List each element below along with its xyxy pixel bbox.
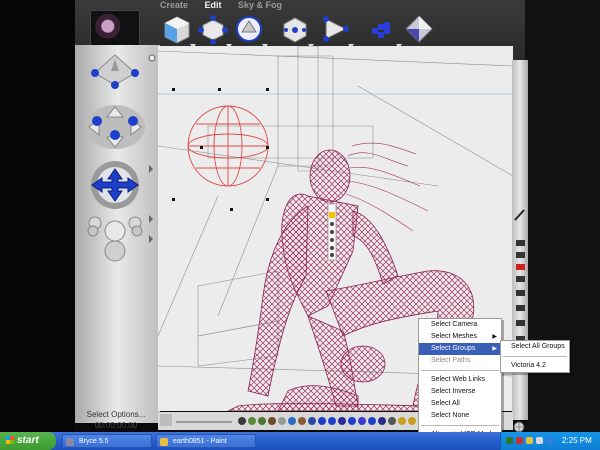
- resize-tool-icon[interactable]: [162, 14, 196, 48]
- pan-cross-control-icon[interactable]: [91, 161, 139, 209]
- left-margin: [0, 0, 75, 432]
- tray-security-icon[interactable]: [516, 437, 523, 444]
- windows-logo-icon: [6, 436, 14, 444]
- menu-item-select-inverse[interactable]: Select Inverse: [419, 386, 501, 398]
- bryce-app-icon: [66, 438, 74, 446]
- view-control-panel: [75, 45, 160, 423]
- task-bryce[interactable]: Bryce 5.5: [62, 434, 152, 448]
- menu-item-select-web-links[interactable]: Select Web Links: [419, 374, 501, 386]
- submenu-arrow-icon: ▶: [492, 334, 497, 340]
- start-label: start: [17, 435, 39, 446]
- tray-app-icon[interactable]: [546, 437, 553, 444]
- menu-item-select-groups[interactable]: Select Groups ▶: [419, 343, 501, 355]
- timeline-scrubber[interactable]: [176, 421, 232, 423]
- groups-submenu: Select All Groups Victoria 4.2: [500, 340, 570, 373]
- submenu-arrow-icon: ▶: [492, 346, 497, 352]
- trackball-rotate-icon[interactable]: [85, 105, 145, 149]
- task-paint[interactable]: earth0851 - Paint: [156, 434, 256, 448]
- terrain-editor-icon[interactable]: [404, 14, 434, 44]
- rotate-tool-icon[interactable]: [198, 14, 232, 48]
- randomize-tool-icon[interactable]: [320, 14, 354, 48]
- paint-app-icon: [160, 438, 168, 446]
- scene-thumbnail[interactable]: [90, 10, 140, 50]
- menu-item-victoria[interactable]: Victoria 4.2: [501, 360, 569, 372]
- object-conversion-icon[interactable]: [368, 14, 402, 48]
- menu-item-select-camera[interactable]: Select Camera: [419, 319, 501, 331]
- menu-item-select-all[interactable]: Select All: [419, 398, 501, 410]
- camera-cross-control-icon[interactable]: [91, 54, 139, 89]
- select-options-label[interactable]: Select Options...: [76, 410, 156, 419]
- tab-edit[interactable]: Edit: [205, 0, 222, 10]
- reposition-tool-icon[interactable]: [234, 14, 268, 48]
- zoom-orb-icon[interactable]: [87, 216, 143, 262]
- timeline-scrub-icon[interactable]: [160, 414, 172, 426]
- tray-volume-icon[interactable]: [536, 437, 543, 444]
- globe-icon[interactable]: [512, 420, 526, 433]
- tray-shield-icon[interactable]: [526, 437, 533, 444]
- task-label: earth0851 - Paint: [173, 438, 227, 445]
- menu-separator: [503, 356, 567, 357]
- align-tool-icon[interactable]: [280, 14, 314, 48]
- menu-separator: [421, 425, 499, 426]
- menu-item-select-meshes[interactable]: Select Meshes ▶: [419, 331, 501, 343]
- menu-item-select-none[interactable]: Select None: [419, 410, 501, 422]
- clock[interactable]: 2:25 PM: [562, 436, 592, 445]
- tab-sky-fog[interactable]: Sky & Fog: [238, 0, 282, 10]
- menu-item-label: Select Groups: [431, 345, 476, 352]
- menu-separator: [421, 370, 499, 371]
- timecode: 00:00:00.00: [94, 421, 138, 430]
- menu-item-select-all-groups[interactable]: Select All Groups: [501, 341, 569, 353]
- tray-network-icon[interactable]: [506, 437, 513, 444]
- task-label: Bryce 5.5: [79, 438, 109, 445]
- menu-item-label: Select Meshes: [431, 333, 477, 340]
- menu-item-select-paths: Select Paths: [431, 357, 471, 364]
- context-menu: Select Camera Select Meshes ▶ Select Grou…: [418, 318, 502, 442]
- palette-tabs: Create Edit Sky & Fog: [160, 0, 296, 12]
- tab-create[interactable]: Create: [160, 0, 188, 10]
- start-button[interactable]: start: [0, 432, 56, 450]
